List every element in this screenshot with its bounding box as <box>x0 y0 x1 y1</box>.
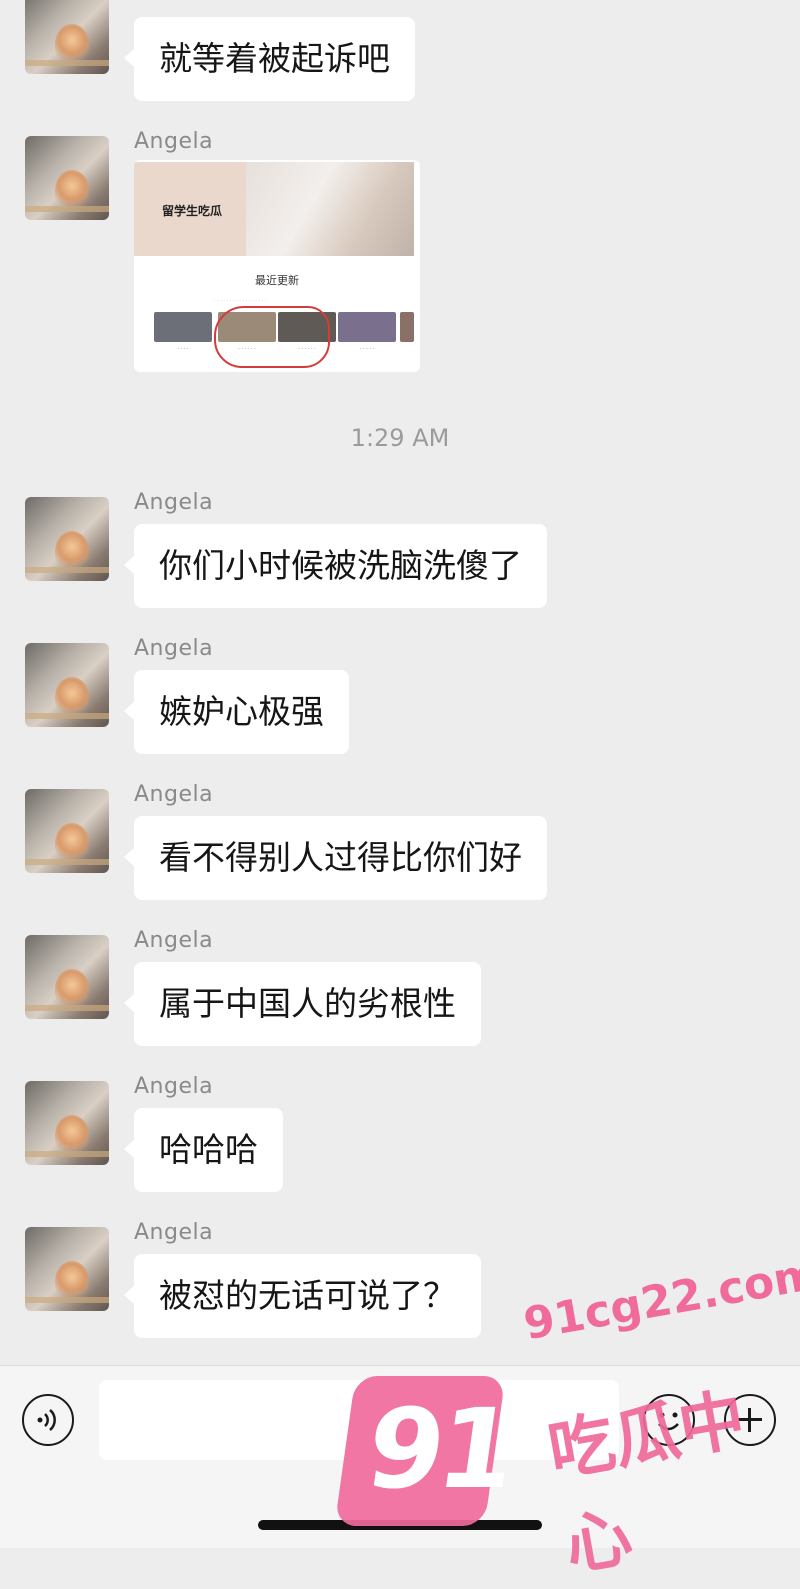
message-bubble[interactable]: 哈哈哈 <box>124 1108 283 1192</box>
message-bubble[interactable]: 被怼的无话可说了？ <box>124 1254 481 1338</box>
image-filter-row: · · · · · · · · · · · · · · · · · <box>214 298 267 304</box>
voice-icon[interactable] <box>22 1394 74 1446</box>
image-thumbnail <box>154 312 212 342</box>
sender-name: Angela <box>134 928 214 953</box>
sender-name: Angela <box>134 636 214 661</box>
sender-name: Angela <box>134 129 214 154</box>
contact-avatar[interactable] <box>25 1081 109 1165</box>
image-hero-title: 留学生吃瓜 <box>162 204 223 218</box>
image-thumbnail-caption: · · · · <box>177 346 189 352</box>
message-bubble[interactable]: 你们小时候被洗脑洗傻了 <box>124 524 547 608</box>
image-message[interactable]: 留学生吃瓜 最近更新 · · · · · · · · · · · · · · ·… <box>134 160 420 372</box>
chat-message-list[interactable]: 就等着被起诉吧 Angela 留学生吃瓜 最近更新 · · · · · · · … <box>0 0 800 1365</box>
contact-avatar[interactable] <box>25 497 109 581</box>
message-bubble[interactable]: 就等着被起诉吧 <box>124 17 415 101</box>
contact-avatar[interactable] <box>25 935 109 1019</box>
message-bubble[interactable]: 嫉妒心极强 <box>124 670 349 754</box>
image-hero-photo <box>246 162 414 256</box>
contact-avatar[interactable] <box>25 643 109 727</box>
sender-name: Angela <box>134 1220 214 1245</box>
message-bubble[interactable]: 属于中国人的劣根性 <box>124 962 481 1046</box>
contact-avatar[interactable] <box>25 789 109 873</box>
watermark-number: 91 <box>359 1385 519 1513</box>
image-thumbnail-caption: · · · · · <box>359 346 375 352</box>
sender-name: Angela <box>134 1074 214 1099</box>
message-bubble[interactable]: 看不得别人过得比你们好 <box>124 816 547 900</box>
contact-avatar[interactable] <box>25 0 109 74</box>
voice-waves-icon <box>37 1409 56 1431</box>
contact-avatar[interactable] <box>25 136 109 220</box>
sender-name: Angela <box>134 782 214 807</box>
image-thumbnail <box>400 312 414 342</box>
contact-avatar[interactable] <box>25 1227 109 1311</box>
sender-name: Angela <box>134 490 214 515</box>
red-circle-annotation <box>214 306 330 368</box>
image-thumbnail <box>338 312 396 342</box>
image-section-title: 最近更新 <box>255 274 299 287</box>
chat-timestamp: 1:29 AM <box>350 424 450 452</box>
